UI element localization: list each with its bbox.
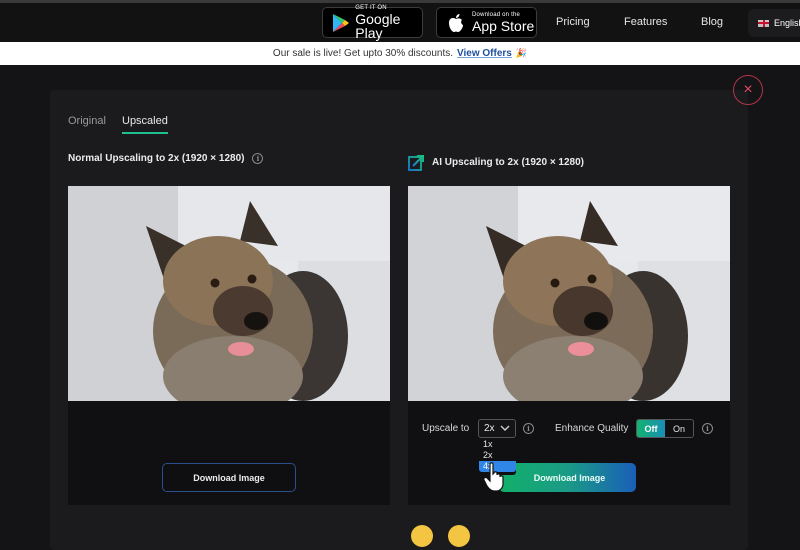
party-popper-icon: 🎉 xyxy=(515,48,528,58)
tab-original[interactable]: Original xyxy=(68,115,106,127)
upscale-factor-value: 2x xyxy=(484,423,495,434)
apple-icon xyxy=(445,12,467,34)
normal-upscaling-title: Normal Upscaling to 2x (1920 × 1280) i xyxy=(68,153,264,164)
close-modal-button[interactable]: × xyxy=(733,75,763,105)
enhance-info-icon[interactable]: i xyxy=(702,423,713,434)
sale-banner: Our sale is live! Get upto 30% discounts… xyxy=(0,42,800,65)
upscale-info-icon[interactable]: i xyxy=(523,423,534,434)
google-play-icon xyxy=(331,12,350,34)
nav-link-blog[interactable]: Blog xyxy=(701,16,723,28)
toggle-on-option[interactable]: On xyxy=(665,420,693,437)
close-icon: × xyxy=(743,81,753,98)
dropdown-option-1x[interactable]: 1x xyxy=(479,439,516,450)
info-icon[interactable]: i xyxy=(252,153,264,164)
chevron-down-icon xyxy=(500,423,510,435)
ai-download-button[interactable]: Download Image xyxy=(499,463,636,492)
view-offers-link[interactable]: View Offers xyxy=(457,48,512,59)
tab-upscaled[interactable]: Upscaled xyxy=(122,115,168,134)
emoji-reaction-1[interactable] xyxy=(411,525,433,547)
nav-link-pricing[interactable]: Pricing xyxy=(556,16,590,28)
google-play-big-text: Google Play xyxy=(355,11,401,41)
dropdown-option-2x[interactable]: 2x xyxy=(479,450,516,461)
language-selector[interactable]: English xyxy=(748,9,800,37)
upscale-factor-select[interactable]: 2x xyxy=(478,419,516,438)
google-play-button[interactable]: GET IT ON Google Play xyxy=(322,5,423,41)
ai-upscale-icon xyxy=(408,153,426,171)
enhance-quality-label: Enhance Quality xyxy=(555,423,629,434)
hand-cursor-icon xyxy=(483,462,505,497)
ai-upscaling-title-text: AI Upscaling to 2x (1920 × 1280) xyxy=(432,156,585,168)
sale-banner-text: Our sale is live! Get upto 30% discounts… xyxy=(272,48,454,59)
navbar: GET IT ON Google Play Download on the Ap… xyxy=(0,3,800,42)
ai-upscale-panel xyxy=(408,186,730,505)
toggle-off-option[interactable]: Off xyxy=(637,420,665,437)
ai-upscaling-title: AI Upscaling to 2x (1920 × 1280) xyxy=(408,153,584,171)
app-store-big-text: App Store xyxy=(472,18,535,34)
normal-download-button[interactable]: Download Image xyxy=(162,463,296,492)
enhance-quality-toggle[interactable]: Off On xyxy=(636,419,694,438)
normal-upscaled-dog-image xyxy=(68,186,390,401)
app-store-button[interactable]: Download on the App Store xyxy=(436,7,537,38)
normal-upscale-panel xyxy=(68,186,390,505)
emoji-reaction-2[interactable] xyxy=(448,525,470,547)
upscale-to-label: Upscale to xyxy=(422,423,470,434)
language-label: English xyxy=(774,18,800,28)
nav-link-features[interactable]: Features xyxy=(624,16,667,28)
ai-upscaled-dog-image xyxy=(408,186,730,401)
normal-upscaling-title-text: Normal Upscaling to 2x (1920 × 1280) xyxy=(68,153,245,164)
uk-flag-icon xyxy=(758,19,769,27)
